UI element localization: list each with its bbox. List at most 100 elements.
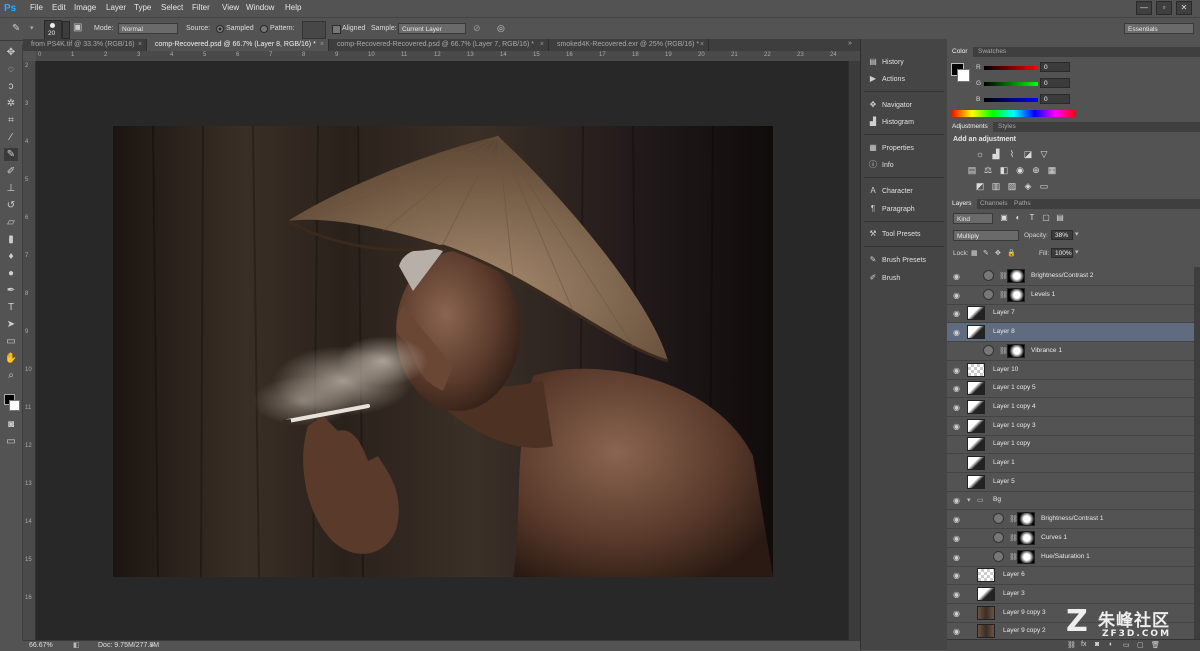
fill-field[interactable]: 100% — [1051, 248, 1073, 258]
tab-comp-recovered[interactable]: comp-Recovered.psd @ 66.7% (Layer 8, RGB… — [147, 39, 329, 51]
dock-info[interactable]: ⓘ Info — [867, 158, 945, 172]
curves-icon[interactable]: ⌇ — [1007, 149, 1017, 159]
layers-scrollbar[interactable] — [1194, 267, 1200, 639]
dock-histogram[interactable]: ▟ Histogram — [867, 115, 945, 129]
lasso-tool-icon[interactable]: ↄ — [4, 80, 18, 93]
filter-pixel-icon[interactable]: ▣ — [999, 213, 1009, 223]
layer-mask-thumbnail[interactable] — [1007, 269, 1025, 283]
sampled-radio[interactable] — [216, 25, 224, 33]
layer-name[interactable]: Layer 1 — [993, 459, 1015, 466]
g-value[interactable]: 0 — [1040, 78, 1070, 88]
layer-thumbnail[interactable] — [977, 586, 995, 601]
filter-smart-icon[interactable]: ▤ — [1055, 213, 1065, 223]
layer-thumbnail[interactable] — [977, 605, 995, 620]
blend-mode-select[interactable]: Multiply — [953, 230, 1019, 241]
color-balance-icon[interactable]: ⚖ — [983, 165, 993, 175]
sample-select[interactable]: Current Layer — [398, 23, 466, 34]
ignore-adjustment-icon[interactable]: ⊘ — [473, 23, 481, 34]
tab-styles[interactable]: Styles — [993, 122, 1021, 132]
marquee-tool-icon[interactable]: ◌ — [4, 63, 18, 76]
workspace-select[interactable]: Essentials — [1124, 23, 1194, 34]
layer-thumbnail[interactable] — [967, 362, 985, 377]
selective-color-icon[interactable]: ◈ — [1023, 181, 1033, 191]
dodge-tool-icon[interactable]: ● — [4, 267, 18, 280]
hand-tool-icon[interactable]: ✋ — [4, 352, 18, 365]
mode-select[interactable]: Normal — [118, 23, 178, 34]
move-tool-icon[interactable]: ✥ — [4, 46, 18, 59]
b-value[interactable]: 0 — [1040, 94, 1070, 104]
preset-dropdown-icon[interactable]: ▾ — [30, 24, 34, 32]
tab-color[interactable]: Color — [947, 47, 973, 57]
layer-mask-thumbnail[interactable] — [1007, 287, 1025, 302]
layer-name[interactable]: Layer 1 copy — [993, 440, 1030, 447]
layer-row[interactable]: ⛓ Vibrance 1 — [947, 342, 1194, 361]
layer-row[interactable]: Layer 1 copy — [947, 435, 1194, 455]
tab-comp-recovered-recovered[interactable]: comp-Recovered-Recovered.psd @ 66.7% (La… — [329, 39, 549, 51]
opacity-dropdown-icon[interactable]: ▾ — [1075, 230, 1079, 238]
tab-from-ps4k[interactable]: from PS4K.tif @ 33.3% (RGB/16) × — [23, 39, 147, 51]
visibility-eye-icon[interactable]: ◉ — [953, 422, 960, 431]
visibility-eye-icon[interactable]: ◉ — [953, 553, 960, 562]
layer-name[interactable]: Brightness/Contrast 1 — [1041, 515, 1104, 522]
tab-paths[interactable]: Paths — [1009, 199, 1036, 209]
menu-filter[interactable]: Filter — [192, 3, 210, 12]
healing-brush-icon[interactable]: ✎ — [12, 23, 20, 34]
layer-thumbnail[interactable] — [977, 568, 995, 583]
pattern-picker[interactable] — [302, 21, 326, 39]
layer-row[interactable]: ◉ ⛓ Brightness/Contrast 1 — [947, 510, 1194, 530]
layer-thumbnail[interactable] — [967, 306, 985, 321]
layer-thumbnail[interactable] — [967, 437, 985, 452]
healing-brush-tool-icon[interactable]: ✎ — [4, 148, 18, 161]
dock-paragraph[interactable]: ¶ Paragraph — [867, 202, 945, 216]
close-button[interactable]: ✕ — [1176, 1, 1192, 15]
pen-tool-icon[interactable]: ✒ — [4, 284, 18, 297]
close-icon[interactable]: × — [700, 39, 704, 51]
type-tool-icon[interactable]: T — [4, 301, 18, 314]
dock-navigator[interactable]: ✥ Navigator — [867, 98, 945, 112]
tab-smoked4k[interactable]: smoked4K-Recovered.exr @ 25% (RGB/16) * × — [549, 39, 709, 51]
layer-row[interactable]: ◉ ⛓ Levels 1 — [947, 286, 1194, 305]
menu-type[interactable]: Type — [134, 3, 151, 12]
layer-name[interactable]: Layer 8 — [993, 328, 1015, 335]
layer-row[interactable]: ◉ Layer 1 copy 5 — [947, 379, 1194, 399]
screen-mode-icon[interactable]: ▭ — [4, 435, 18, 448]
layer-thumbnail[interactable] — [967, 381, 985, 396]
eyedropper-tool-icon[interactable]: ⁄ — [4, 131, 18, 144]
layer-row[interactable]: ◉ Layer 10 — [947, 361, 1194, 380]
brightness-contrast-icon[interactable]: ☼ — [975, 149, 985, 159]
close-icon[interactable]: × — [540, 39, 544, 51]
quick-mask-icon[interactable]: ◙ — [4, 418, 18, 431]
exposure-icon[interactable]: ◪ — [1023, 149, 1033, 159]
layer-thumbnail[interactable] — [967, 418, 985, 433]
layer-name[interactable]: Layer 7 — [993, 309, 1015, 316]
zoom-tool-icon[interactable]: ⌕ — [4, 369, 18, 382]
eraser-tool-icon[interactable]: ▱ — [4, 216, 18, 229]
visibility-eye-icon[interactable]: ◉ — [953, 590, 960, 599]
layer-mask-thumbnail[interactable] — [1017, 549, 1035, 564]
hue-saturation-icon[interactable]: ▤ — [967, 165, 977, 175]
layer-row[interactable]: ◉ Layer 8 — [947, 323, 1194, 343]
layer-name[interactable]: Levels 1 — [1031, 291, 1055, 298]
menu-image[interactable]: Image — [74, 3, 96, 12]
layer-name[interactable]: Layer 3 — [1003, 590, 1025, 597]
gradient-map-icon[interactable]: ▭ — [1039, 181, 1049, 191]
menu-layer[interactable]: Layer — [106, 3, 126, 12]
layer-row[interactable]: ◉ ⛓ Brightness/Contrast 2 — [947, 267, 1194, 286]
layer-row[interactable]: ◉ ⛓ Curves 1 — [947, 529, 1194, 548]
layer-thumbnail[interactable] — [977, 624, 995, 639]
aligned-checkbox[interactable] — [332, 25, 341, 34]
layer-name[interactable]: Layer 9 copy 2 — [1003, 627, 1046, 634]
levels-icon[interactable]: ▟ — [991, 149, 1001, 159]
g-slider[interactable] — [984, 82, 1038, 86]
menu-view[interactable]: View — [222, 3, 239, 12]
lock-transparency-icon[interactable]: ▦ — [971, 249, 978, 257]
layer-name[interactable]: Layer 5 — [993, 478, 1015, 485]
gradient-tool-icon[interactable]: ▮ — [4, 233, 18, 246]
visibility-eye-icon[interactable]: ◉ — [953, 571, 960, 580]
visibility-eye-icon[interactable]: ◉ — [953, 291, 960, 300]
photo-filter-icon[interactable]: ◉ — [1015, 165, 1025, 175]
lock-position-icon[interactable]: ✥ — [995, 249, 1001, 257]
fill-dropdown-icon[interactable]: ▾ — [1075, 248, 1079, 256]
layer-name[interactable]: Layer 6 — [1003, 571, 1025, 578]
pattern-radio[interactable] — [260, 25, 268, 33]
